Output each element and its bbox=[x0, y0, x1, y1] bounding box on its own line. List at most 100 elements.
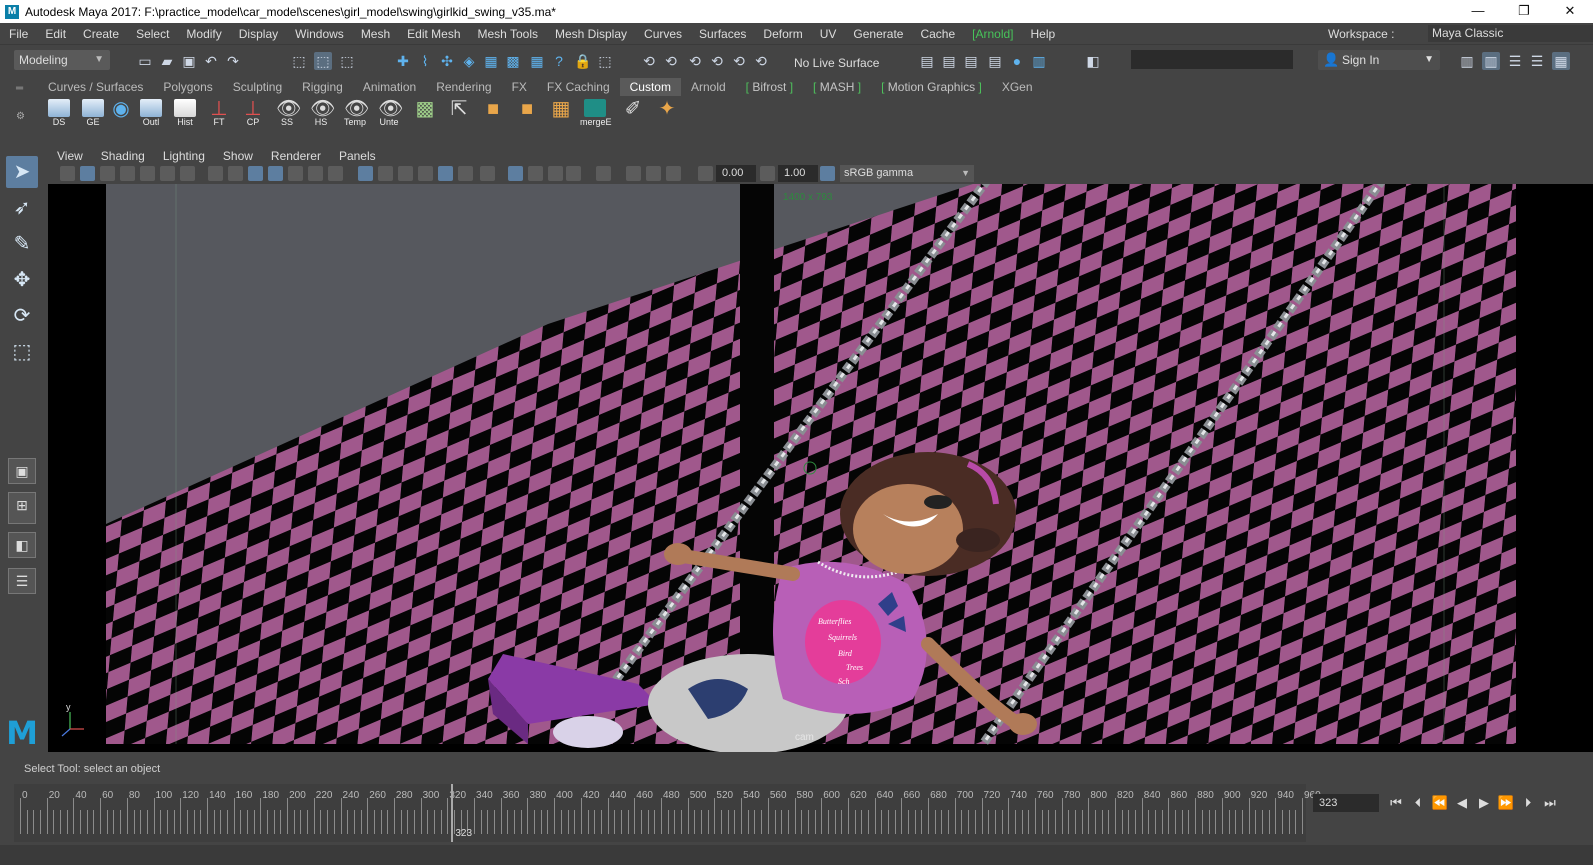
modeling-toolkit-icon[interactable]: ▥ bbox=[1458, 52, 1476, 70]
step-back-key-icon[interactable]: ⏴ bbox=[1407, 792, 1429, 814]
shelf-btn-merge[interactable]: mergeE bbox=[580, 98, 612, 130]
backface-icon[interactable] bbox=[566, 166, 581, 181]
snap-live-icon[interactable]: ▦ bbox=[528, 52, 546, 70]
grid-icon[interactable] bbox=[180, 166, 195, 181]
rotate-tool-icon[interactable]: ⟳ bbox=[6, 300, 38, 332]
wireframe-icon[interactable] bbox=[328, 166, 343, 181]
shelf-tab-motion-graphics[interactable]: [ Motion Graphics ] bbox=[871, 78, 992, 96]
workspace-selector[interactable]: Maya Classic bbox=[1428, 25, 1593, 42]
undo-icon[interactable]: ↶ bbox=[202, 52, 220, 70]
render-frame-icon[interactable]: ▤ bbox=[918, 52, 936, 70]
live-surface-label[interactable]: No Live Surface bbox=[794, 56, 879, 70]
render-sequence-icon[interactable]: ▤ bbox=[940, 52, 958, 70]
two-pane-layout-icon[interactable]: ◧ bbox=[8, 532, 36, 558]
safe-title-icon[interactable] bbox=[308, 166, 323, 181]
current-frame-field[interactable]: 323 bbox=[1313, 794, 1379, 812]
input-line-toggle-icon[interactable]: ◧ bbox=[1084, 52, 1102, 70]
shelf-btn-ge[interactable]: GE bbox=[78, 98, 108, 130]
step-forward-key-icon[interactable]: ⏵ bbox=[1517, 792, 1539, 814]
select-lock-icon[interactable]: ⬚ bbox=[596, 52, 614, 70]
move-tool-icon[interactable]: ✥ bbox=[6, 264, 38, 296]
shelf-tab-rigging[interactable]: Rigging bbox=[292, 78, 353, 96]
paint-select-tool-icon[interactable]: ✎ bbox=[6, 228, 38, 260]
film-gate-icon[interactable] bbox=[208, 166, 223, 181]
four-view-layout-icon[interactable]: ⊞ bbox=[8, 492, 36, 524]
attribute-editor-icon[interactable]: ▥ bbox=[1482, 52, 1500, 70]
shadows-icon[interactable] bbox=[438, 166, 453, 181]
step-forward-frame-icon[interactable]: ⏩ bbox=[1495, 792, 1517, 814]
shelf-btn-ss[interactable]: 👁 SS bbox=[272, 98, 302, 130]
snap-surface-icon[interactable]: ▦ bbox=[482, 52, 500, 70]
restore-button[interactable]: ❐ bbox=[1501, 0, 1547, 23]
shelf-btn-ds[interactable]: DS bbox=[44, 98, 74, 130]
panel-menu-lighting[interactable]: Lighting bbox=[154, 149, 214, 163]
menu-modify[interactable]: Modify bbox=[177, 27, 229, 41]
lasso-icon[interactable]: ⟲ bbox=[662, 52, 680, 70]
menu-edit-mesh[interactable]: Edit Mesh bbox=[398, 27, 468, 41]
color-space-dropdown[interactable]: sRGB gamma ▼ bbox=[840, 165, 974, 182]
gamma-field[interactable]: 1.00 bbox=[778, 165, 818, 182]
menu-select[interactable]: Select bbox=[127, 27, 177, 41]
shelf-btn-hs[interactable]: 👁 HS bbox=[306, 98, 336, 130]
panel-menu-renderer[interactable]: Renderer bbox=[262, 149, 330, 163]
play-backwards-icon[interactable]: ◀ bbox=[1451, 792, 1473, 814]
viewport-3d[interactable]: Butterflies Squirrels Bird Trees Sch y 1… bbox=[48, 184, 1593, 752]
new-scene-icon[interactable]: ▭ bbox=[136, 52, 154, 70]
layer-editor-icon[interactable]: ▦ bbox=[1552, 52, 1570, 70]
shelf-btn-pivot[interactable]: ⇱ bbox=[444, 98, 474, 130]
snap-plane-icon[interactable]: ◈ bbox=[460, 52, 478, 70]
menu-edit[interactable]: Edit bbox=[36, 27, 74, 41]
menu-arnold[interactable]: [Arnold] bbox=[963, 27, 1021, 41]
menu-surfaces[interactable]: Surfaces bbox=[690, 27, 754, 41]
tool-settings-icon[interactable]: ☰ bbox=[1506, 52, 1524, 70]
shelf-btn-separate[interactable]: ■ bbox=[512, 98, 542, 130]
ipr-render-icon[interactable]: ▤ bbox=[962, 52, 980, 70]
redo-icon[interactable]: ↷ bbox=[224, 52, 242, 70]
snap-grid-icon[interactable]: ✚ bbox=[394, 52, 412, 70]
shelf-btn-bridge[interactable]: ✐ bbox=[618, 98, 648, 130]
menu-mesh-display[interactable]: Mesh Display bbox=[546, 27, 635, 41]
menu-display[interactable]: Display bbox=[230, 27, 286, 41]
menu-windows[interactable]: Windows bbox=[286, 27, 352, 41]
isolate-select-icon[interactable] bbox=[508, 166, 523, 181]
exposure-icon[interactable] bbox=[698, 166, 713, 181]
use-all-lights-icon[interactable] bbox=[418, 166, 433, 181]
wireframe-on-shaded-icon[interactable] bbox=[378, 166, 393, 181]
camera-icon[interactable] bbox=[60, 166, 75, 181]
frame-all-icon[interactable] bbox=[626, 166, 641, 181]
frame-selected-icon[interactable] bbox=[646, 166, 661, 181]
menu-mesh[interactable]: Mesh bbox=[352, 27, 398, 41]
shelf-tab-mash[interactable]: [ MASH ] bbox=[803, 78, 871, 96]
shelf-btn-unte[interactable]: 👁 Unte bbox=[374, 98, 404, 130]
menu-mesh-tools[interactable]: Mesh Tools bbox=[469, 27, 546, 41]
minimize-button[interactable]: — bbox=[1455, 0, 1501, 23]
xray-joints-icon[interactable] bbox=[548, 166, 563, 181]
range-slider-bar[interactable] bbox=[0, 845, 1593, 865]
reflection-icon[interactable]: ⟲ bbox=[730, 52, 748, 70]
shelf-options-icon[interactable]: ═ ⚙ bbox=[16, 82, 25, 124]
menuset-dropdown[interactable]: Modeling ▼ bbox=[14, 50, 110, 70]
go-to-start-icon[interactable]: ⏮ bbox=[1385, 792, 1407, 814]
shelf-btn-outliner[interactable]: Outl bbox=[136, 98, 166, 130]
command-input[interactable] bbox=[1131, 50, 1293, 69]
menu-create[interactable]: Create bbox=[74, 27, 127, 41]
lights-icon[interactable] bbox=[458, 166, 473, 181]
time-ruler[interactable]: 0 20 40 60 80 100 120 140 160 180 200 220 240 260 280 3… bbox=[14, 784, 1321, 842]
lasso-tool-icon[interactable]: ➶ bbox=[6, 192, 38, 224]
construction-history-icon[interactable]: ⟲ bbox=[640, 52, 658, 70]
soft-select-icon[interactable]: ⟲ bbox=[708, 52, 726, 70]
snap-point-icon[interactable]: ✣ bbox=[438, 52, 456, 70]
snap-curve-icon[interactable]: ⌇ bbox=[416, 52, 434, 70]
select-hierarchy-icon[interactable]: ⬚ bbox=[290, 52, 308, 70]
exposure-field[interactable]: 0.00 bbox=[716, 165, 756, 182]
menu-uv[interactable]: UV bbox=[811, 27, 845, 41]
magnet-icon[interactable]: ⟲ bbox=[752, 52, 770, 70]
shelf-btn-temp[interactable]: 👁 Temp bbox=[340, 98, 370, 130]
select-component-icon[interactable]: ⬚ bbox=[338, 52, 356, 70]
select-camera-icon[interactable] bbox=[596, 166, 611, 181]
render-settings-icon[interactable]: ▤ bbox=[986, 52, 1004, 70]
field-chart-icon[interactable] bbox=[268, 166, 283, 181]
shelf-btn-uv-checker[interactable]: ▩ bbox=[410, 98, 440, 130]
select-object-icon[interactable]: ⬚ bbox=[314, 52, 332, 70]
menu-generate[interactable]: Generate bbox=[844, 27, 911, 41]
